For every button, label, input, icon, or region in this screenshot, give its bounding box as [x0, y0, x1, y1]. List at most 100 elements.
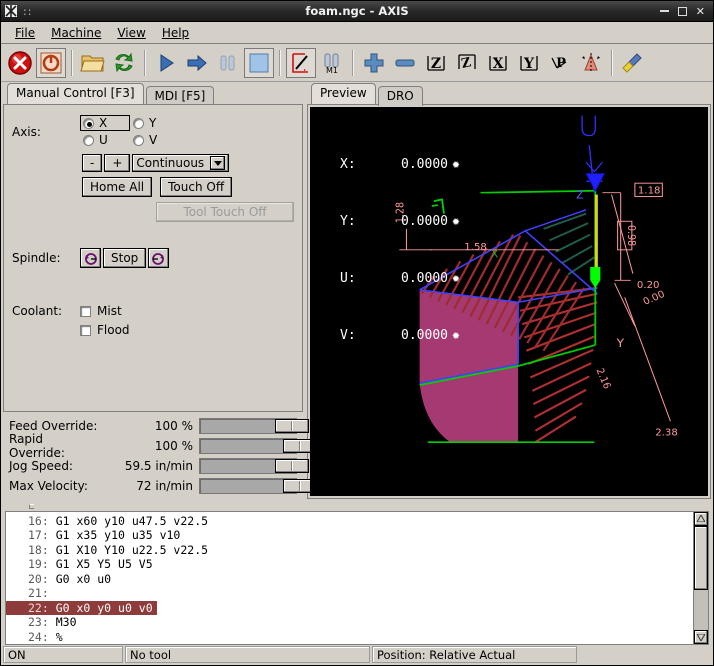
spindle-ccw-icon	[83, 251, 98, 266]
open-button[interactable]	[78, 48, 108, 78]
gcode-list[interactable]: 16: G1 x60 y10 u47.5 v22.5 17: G1 x35 y1…	[6, 512, 693, 645]
menu-file[interactable]: File	[7, 24, 43, 42]
menu-help[interactable]: Help	[154, 24, 197, 42]
scroll-down-arrow-icon[interactable]	[694, 630, 708, 644]
gcode-row[interactable]: 24: %	[6, 630, 693, 645]
jog-plus-button[interactable]: +	[104, 154, 130, 172]
axis-label-x: X	[99, 116, 107, 130]
gcode-line-19[interactable]: 19: G1 X5 Y5 U5 V5	[6, 557, 693, 572]
axis-radio-u[interactable]: U	[80, 132, 130, 148]
run-button[interactable]	[151, 48, 181, 78]
dro-line-x: X: 0.0000 ✹	[340, 155, 460, 174]
jog-minus-button[interactable]: -	[82, 154, 102, 172]
tool-view-button[interactable]	[576, 48, 606, 78]
clear-plot-button[interactable]	[618, 48, 648, 78]
pause-button[interactable]	[213, 48, 243, 78]
dro-axis-u: U:	[340, 269, 368, 288]
gcode-row-selected[interactable]: 22: G0 x0 y0 u0 v0	[6, 601, 693, 616]
tab-manual-control[interactable]: Manual Control [F3]	[7, 83, 144, 104]
gcode-line-18[interactable]: 18: G1 X10 Y10 u22.5 v22.5	[6, 543, 693, 558]
reload-button[interactable]	[109, 48, 139, 78]
gcode-row[interactable]: 17: G1 x35 y10 u35 v10	[6, 528, 693, 543]
dro-overlay: X: 0.0000 ✹ Y: 0.0000 ✹ U: 0.0000 ✹	[340, 117, 460, 383]
axis-radio-x[interactable]: X	[80, 115, 130, 131]
touch-off-button[interactable]: Touch Off	[160, 177, 232, 197]
spindle-cw-button[interactable]	[148, 248, 169, 268]
tab-dro[interactable]: DRO	[378, 86, 423, 106]
dro-line-v: V: 0.0000 ✹	[340, 326, 460, 345]
axis-radio-line-2: U V	[80, 132, 180, 148]
power-button[interactable]	[36, 48, 66, 78]
feed-override-label: Feed Override:	[9, 419, 99, 433]
axis-radio-v[interactable]: V	[130, 132, 180, 148]
gcode-pane: 16: G1 x60 y10 u47.5 v22.5 17: G1 x35 y1…	[3, 502, 711, 646]
reload-icon	[111, 51, 137, 75]
feed-override-slider[interactable]	[199, 418, 297, 434]
feed-override-thumb[interactable]	[275, 419, 309, 433]
gcode-line-21[interactable]: 21:	[6, 586, 693, 601]
menu-machine[interactable]: Machine	[43, 24, 109, 42]
toolbar-separator-1	[71, 50, 73, 76]
gcode-box: 16: G1 x60 y10 u47.5 v22.5 17: G1 x35 y1…	[5, 511, 709, 646]
origin-marker-icon-u: ✹	[452, 269, 460, 288]
tab-preview[interactable]: Preview	[311, 83, 376, 104]
rapid-override-slider[interactable]	[199, 438, 297, 454]
toolbar: M1 Z Z X	[1, 44, 713, 82]
spindle-stop-button[interactable]: Stop	[103, 248, 146, 268]
checkbox-indicator-mist	[80, 306, 91, 317]
jog-increment-select[interactable]: Continuous	[132, 154, 229, 172]
view-y-button[interactable]: Y	[514, 48, 544, 78]
gcode-line-16[interactable]: 16: G1 x60 y10 u47.5 v22.5	[6, 514, 693, 529]
minimize-button[interactable]	[660, 10, 669, 12]
jog-speed-thumb[interactable]	[275, 459, 309, 473]
gcode-line-number-21: 21:	[28, 586, 49, 600]
menu-bar: File Machine View Help	[1, 22, 713, 44]
gcode-line-20[interactable]: 20: G0 x0 u0	[6, 572, 693, 587]
axis-x-icon: X	[486, 51, 510, 75]
gcode-row[interactable]: 20: G0 x0 u0	[6, 572, 693, 587]
maximize-button[interactable]	[678, 7, 687, 16]
toggle-skip-lines-button[interactable]	[286, 48, 316, 78]
view-z-button[interactable]: Z	[421, 48, 451, 78]
gcode-line-23[interactable]: 23: M30	[6, 615, 693, 630]
zoom-in-button[interactable]	[359, 48, 389, 78]
tab-mdi[interactable]: MDI [F5]	[146, 86, 215, 106]
view-x-button[interactable]: X	[483, 48, 513, 78]
spindle-ccw-button[interactable]	[80, 248, 101, 268]
step-button[interactable]	[182, 48, 212, 78]
title-bar: :: foam.ngc - AXIS ✕	[1, 1, 713, 22]
axis-radio-y[interactable]: Y	[130, 115, 180, 131]
stop-button[interactable]	[244, 48, 274, 78]
gcode-line-22[interactable]: 22: G0 x0 y0 u0 v0	[6, 601, 157, 616]
preview-canvas[interactable]: 1.18 0.98 1.58 1.28 2.16 2.38 0.20 0.00 …	[310, 107, 708, 496]
axis-letter-y: Y	[616, 336, 625, 350]
coolant-flood-checkbox[interactable]: Flood	[80, 323, 130, 337]
gcode-row[interactable]: 21:	[6, 586, 693, 601]
zoom-out-button[interactable]	[390, 48, 420, 78]
pane-resize-grip[interactable]	[3, 502, 711, 511]
gcode-line-17[interactable]: 17: G1 x35 y10 u35 v10	[6, 528, 693, 543]
gcode-row[interactable]: 23: M30	[6, 615, 693, 630]
view-z2-button[interactable]: Z	[452, 48, 482, 78]
gcode-line-24[interactable]: 24: %	[6, 630, 693, 645]
home-all-button[interactable]: Home All	[82, 177, 152, 197]
gcode-row[interactable]: 16: G1 x60 y10 u47.5 v22.5	[6, 514, 693, 529]
estop-button[interactable]	[5, 48, 35, 78]
close-button[interactable]: ✕	[696, 6, 705, 17]
gcode-scrollbar[interactable]	[693, 512, 708, 645]
optional-stop-button[interactable]: M1	[317, 48, 347, 78]
max-velocity-slider[interactable]	[199, 478, 297, 494]
origin-marker-icon-x: ✹	[452, 155, 460, 174]
gcode-row[interactable]: 18: G1 X10 Y10 u22.5 v22.5	[6, 543, 693, 558]
view-p-button[interactable]: P	[545, 48, 575, 78]
jog-speed-slider[interactable]	[199, 458, 297, 474]
chevron-down-icon[interactable]	[210, 156, 225, 170]
gcode-row[interactable]: 19: G1 X5 Y5 U5 V5	[6, 557, 693, 572]
scrollbar-track[interactable]	[694, 526, 708, 631]
home-touchoff-row: Home All Touch Off	[82, 177, 294, 197]
scrollbar-thumb[interactable]	[694, 526, 708, 591]
menu-view[interactable]: View	[109, 24, 153, 42]
menu-help-label: Help	[162, 26, 189, 40]
coolant-mist-checkbox[interactable]: Mist	[80, 304, 130, 318]
scroll-up-arrow-icon[interactable]	[694, 512, 708, 526]
